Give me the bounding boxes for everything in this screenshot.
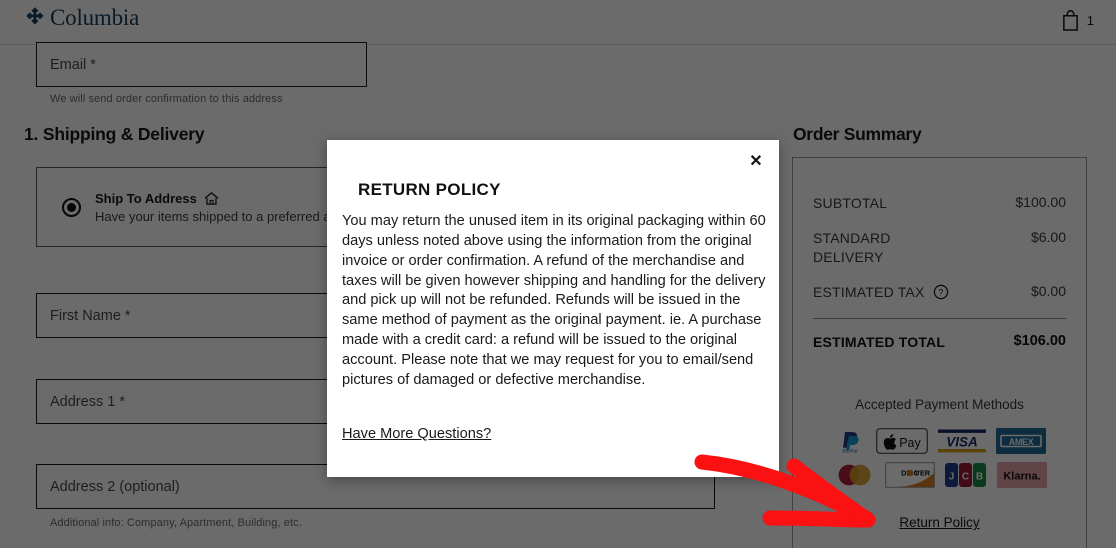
return-policy-modal: ✕ RETURN POLICY You may return the unuse… bbox=[327, 140, 779, 477]
modal-body-text: You may return the unused item in its or… bbox=[342, 213, 766, 388]
modal-title: RETURN POLICY bbox=[358, 180, 501, 199]
have-more-questions-link[interactable]: Have More Questions? bbox=[342, 426, 491, 442]
close-icon[interactable]: ✕ bbox=[745, 151, 767, 173]
screenshot-root: Columbia 1 Email * We will send order co… bbox=[0, 0, 1116, 548]
